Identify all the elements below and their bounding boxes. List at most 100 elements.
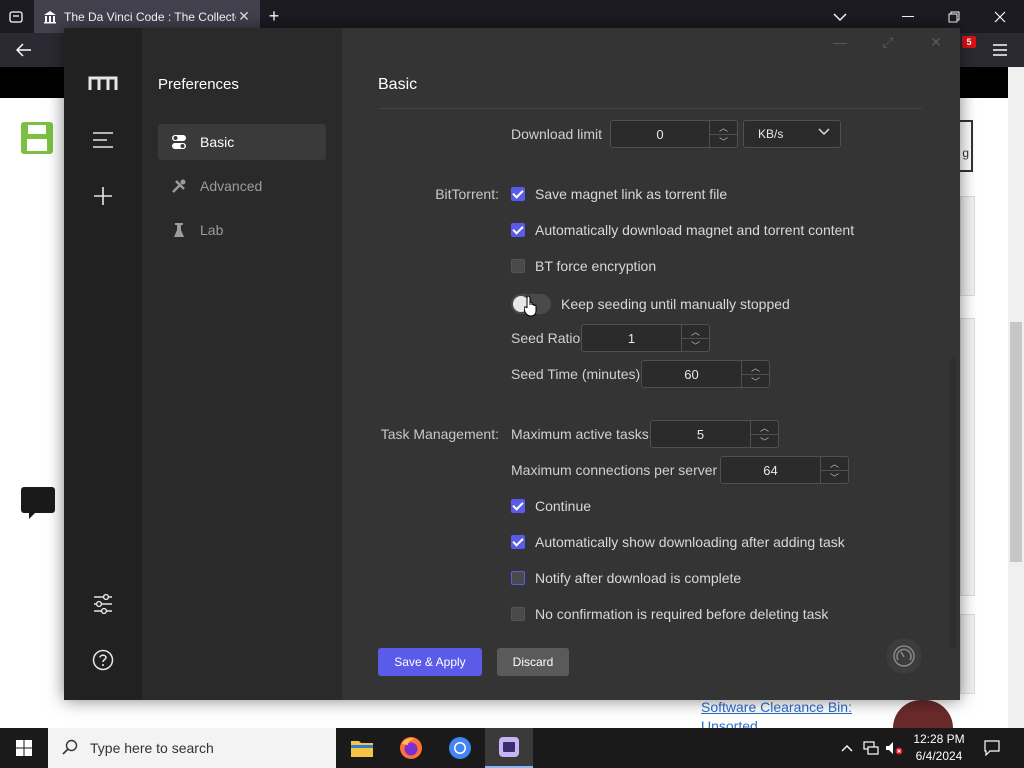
chat-bubble-icon[interactable] bbox=[21, 487, 55, 519]
app-maximize-icon[interactable]: ⤢ bbox=[878, 34, 898, 51]
notify-checkbox-row[interactable]: Notify after download is complete bbox=[511, 570, 741, 586]
auto-download-checkbox[interactable] bbox=[511, 223, 525, 237]
notification-icon[interactable] bbox=[980, 728, 1004, 768]
close-window-icon[interactable] bbox=[990, 0, 1010, 33]
flask-icon bbox=[170, 221, 188, 239]
page-card bbox=[960, 196, 975, 296]
app-minimize-icon[interactable]: — bbox=[830, 34, 850, 50]
chrome-icon[interactable] bbox=[436, 728, 484, 768]
clock-date: 6/4/2024 bbox=[915, 749, 963, 763]
stepper-up-icon[interactable]: ︿ bbox=[742, 361, 769, 374]
main-section-title: Basic bbox=[378, 76, 418, 93]
library-icon bbox=[42, 9, 58, 25]
help-question-icon[interactable] bbox=[86, 645, 120, 675]
preferences-form: Download limit 0 ︿ ﹀ KB/s BitTorrent: Sav… bbox=[378, 110, 938, 630]
continue-checkbox-row[interactable]: Continue bbox=[511, 498, 591, 514]
auto-show-checkbox[interactable] bbox=[511, 535, 525, 549]
stepper-up-icon[interactable]: ︿ bbox=[821, 457, 848, 470]
tray-chevron-up-icon[interactable] bbox=[838, 728, 856, 768]
stepper-down-icon[interactable]: ﹀ bbox=[682, 338, 709, 352]
hand-cursor-icon bbox=[523, 295, 538, 317]
max-conn-value[interactable]: 64 bbox=[721, 457, 820, 483]
seed-ratio-value[interactable]: 1 bbox=[582, 325, 681, 351]
app-close-icon[interactable]: ✕ bbox=[926, 34, 946, 51]
download-unit-value: KB/s bbox=[758, 127, 784, 141]
force-encryption-checkbox-row[interactable]: BT force encryption bbox=[511, 258, 656, 274]
max-active-value[interactable]: 5 bbox=[651, 421, 750, 447]
seed-time-value[interactable]: 60 bbox=[642, 361, 741, 387]
seed-ratio-stepper[interactable]: 1 ︿ ﹀ bbox=[581, 324, 710, 352]
bittorrent-section-label: BitTorrent: bbox=[435, 186, 499, 202]
task-management-section-label: Task Management: bbox=[380, 426, 499, 442]
auto-download-checkbox-row[interactable]: Automatically download magnet and torren… bbox=[511, 222, 854, 238]
save-apply-button[interactable]: Save & Apply bbox=[378, 648, 482, 676]
tab-overview-icon[interactable] bbox=[6, 0, 26, 33]
menu-list-icon[interactable] bbox=[86, 125, 120, 155]
page-scroll-thumb[interactable] bbox=[1010, 322, 1022, 562]
no-confirm-checkbox-row[interactable]: No confirmation is required before delet… bbox=[511, 606, 828, 622]
network-icon[interactable] bbox=[862, 728, 880, 768]
auto-show-checkbox-row[interactable]: Automatically show downloading after add… bbox=[511, 534, 845, 550]
download-limit-stepper[interactable]: 0 ︿ ﹀ bbox=[610, 120, 738, 148]
download-unit-select[interactable]: KB/s bbox=[743, 120, 841, 148]
max-active-stepper[interactable]: 5 ︿ ﹀ bbox=[650, 420, 779, 448]
taskbar-clock[interactable]: 12:28 PM 6/4/2024 bbox=[906, 731, 972, 765]
volume-muted-icon[interactable] bbox=[884, 728, 904, 768]
stepper-up-icon[interactable]: ︿ bbox=[682, 325, 709, 338]
checkbox-label: BT force encryption bbox=[535, 258, 657, 274]
no-confirm-checkbox[interactable] bbox=[511, 607, 525, 621]
speedometer-icon[interactable] bbox=[886, 638, 922, 674]
stepper-up-icon[interactable]: ︿ bbox=[751, 421, 778, 434]
download-limit-value[interactable]: 0 bbox=[611, 121, 709, 147]
page-link-sub[interactable]: Unsorted bbox=[701, 718, 758, 728]
motrix-logo-icon[interactable] bbox=[86, 68, 120, 98]
floppy-disk-icon[interactable] bbox=[21, 122, 53, 154]
preferences-sidebar: Preferences Basic Advanced Lab bbox=[142, 28, 342, 700]
checkbox-label: Automatically download magnet and torren… bbox=[535, 222, 855, 238]
notify-checkbox[interactable] bbox=[511, 571, 525, 585]
back-arrow-icon[interactable] bbox=[12, 33, 36, 67]
firefox-icon[interactable] bbox=[387, 728, 435, 768]
max-conn-label: Maximum connections per server bbox=[511, 462, 718, 478]
motrix-taskbar-icon[interactable] bbox=[485, 728, 533, 768]
preferences-title: Preferences bbox=[158, 76, 239, 93]
tab-close-icon[interactable]: ✕ bbox=[236, 8, 252, 25]
add-task-plus-icon[interactable] bbox=[86, 181, 120, 211]
download-limit-label: Download limit bbox=[511, 126, 603, 142]
nav-item-basic[interactable]: Basic bbox=[158, 124, 326, 160]
max-conn-stepper[interactable]: 64 ︿ ﹀ bbox=[720, 456, 849, 484]
nav-item-advanced[interactable]: Advanced bbox=[158, 168, 326, 204]
stepper-down-icon[interactable]: ﹀ bbox=[710, 134, 737, 148]
windows-start-icon[interactable] bbox=[0, 728, 48, 768]
keep-seeding-toggle-row[interactable]: Keep seeding until manually stopped bbox=[511, 294, 790, 314]
toggle-icon bbox=[170, 133, 188, 151]
save-magnet-checkbox[interactable] bbox=[511, 187, 525, 201]
stepper-down-icon[interactable]: ﹀ bbox=[742, 374, 769, 388]
force-encryption-checkbox[interactable] bbox=[511, 259, 525, 273]
continue-checkbox[interactable] bbox=[511, 499, 525, 513]
stepper-down-icon[interactable]: ﹀ bbox=[821, 470, 848, 484]
app-icon-rail bbox=[64, 28, 142, 700]
max-active-label: Maximum active tasks bbox=[511, 426, 649, 442]
seed-time-stepper[interactable]: 60 ︿ ﹀ bbox=[641, 360, 770, 388]
page-link[interactable]: Software Clearance Bin: bbox=[701, 699, 852, 715]
nav-item-lab[interactable]: Lab bbox=[158, 212, 326, 248]
taskbar-search-box[interactable]: Type here to search bbox=[48, 728, 336, 768]
checkbox-label: No confirmation is required before delet… bbox=[535, 606, 829, 622]
seed-time-label: Seed Time (minutes) bbox=[511, 366, 641, 382]
nav-item-label: Lab bbox=[200, 222, 224, 238]
file-explorer-icon[interactable] bbox=[338, 728, 386, 768]
chevron-down-icon bbox=[818, 126, 830, 141]
extension-badge[interactable]: 5 bbox=[962, 36, 976, 48]
preferences-sliders-icon[interactable] bbox=[86, 589, 120, 619]
checkbox-label: Notify after download is complete bbox=[535, 570, 742, 586]
stepper-up-icon[interactable]: ︿ bbox=[710, 121, 737, 134]
menu-hamburger-icon[interactable] bbox=[990, 33, 1010, 67]
main-scrollbar[interactable] bbox=[950, 358, 956, 648]
page-card bbox=[960, 614, 975, 694]
save-magnet-checkbox-row[interactable]: Save magnet link as torrent file bbox=[511, 186, 727, 202]
checkbox-label: Automatically show downloading after add… bbox=[535, 534, 845, 550]
nav-item-label: Basic bbox=[200, 134, 235, 150]
discard-button[interactable]: Discard bbox=[497, 648, 569, 676]
stepper-down-icon[interactable]: ﹀ bbox=[751, 434, 778, 448]
